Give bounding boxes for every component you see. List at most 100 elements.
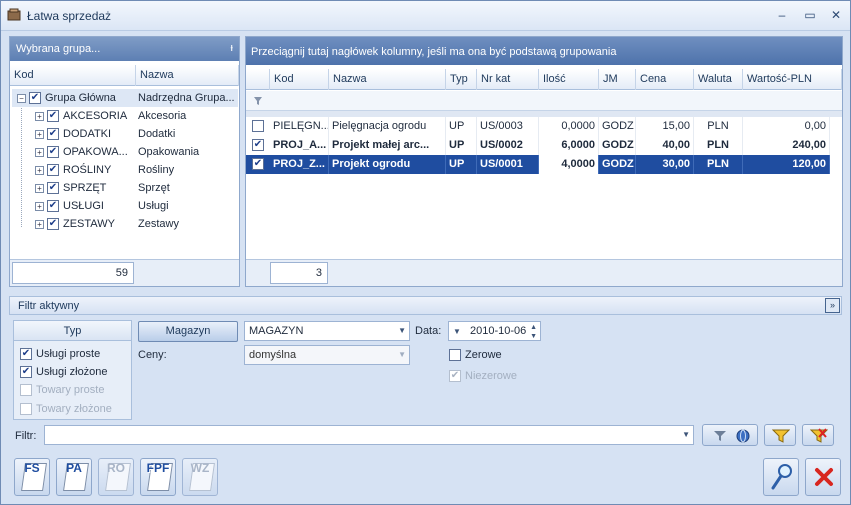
tree-checkbox[interactable] bbox=[47, 110, 59, 122]
tree-body: − Grupa Główna Nadrzędna Grupa... + AKCE… bbox=[12, 89, 238, 254]
expand-icon[interactable]: + bbox=[35, 130, 44, 139]
tree-checkbox[interactable] bbox=[47, 146, 59, 158]
preview-button[interactable] bbox=[763, 458, 799, 496]
tree-checkbox[interactable] bbox=[29, 92, 41, 104]
expand-icon[interactable]: + bbox=[35, 112, 44, 121]
apply-filter-button[interactable] bbox=[764, 424, 796, 446]
globe-icon bbox=[736, 429, 750, 443]
row-checkbox[interactable] bbox=[252, 120, 264, 132]
prices-value: domyślna bbox=[249, 349, 297, 361]
tree-node-root[interactable]: − Grupa Główna Nadrzędna Grupa... bbox=[12, 89, 238, 107]
tree-node[interactable]: + SPRZĘT Sprzęt bbox=[12, 179, 238, 197]
minimize-icon[interactable]: ‒ bbox=[773, 7, 791, 23]
col-waluta[interactable]: Waluta bbox=[694, 69, 743, 90]
col-select[interactable] bbox=[246, 69, 270, 90]
col-kod[interactable]: Kod bbox=[270, 69, 329, 90]
table-row-selected[interactable]: PROJ_Z... Projekt ogrodu UP US/0001 4,00… bbox=[270, 155, 830, 174]
tree-node[interactable]: + OPAKOWA... Opakowania bbox=[12, 143, 238, 161]
expand-icon[interactable]: + bbox=[35, 148, 44, 157]
tree-nazwa: Sprzęt bbox=[138, 182, 170, 194]
cell-waluta: PLN bbox=[694, 155, 743, 174]
tree-checkbox[interactable] bbox=[47, 182, 59, 194]
pa-receipt-button[interactable]: PA bbox=[56, 458, 92, 496]
filter-input[interactable]: ▼ bbox=[44, 425, 694, 445]
table-row[interactable]: PIELĘGN... Pielęgnacja ogrodu UP US/0003… bbox=[270, 117, 830, 136]
col-cena[interactable]: Cena bbox=[636, 69, 694, 90]
tree-nazwa: Rośliny bbox=[138, 164, 175, 176]
tree-checkbox[interactable] bbox=[47, 128, 59, 140]
cancel-button[interactable] bbox=[805, 458, 841, 496]
warehouse-button[interactable]: Magazyn bbox=[138, 321, 238, 342]
pa-label: PA bbox=[66, 461, 82, 475]
table-row[interactable]: PROJ_A... Projekt małej arc... UP US/000… bbox=[270, 136, 830, 155]
tree-kod: AKCESORIA bbox=[63, 110, 128, 122]
fpf-label: FPF bbox=[146, 461, 170, 475]
type-filter-group: Typ Usługi proste Usługi złożone Towary … bbox=[13, 320, 132, 420]
collapse-icon[interactable]: − bbox=[17, 94, 26, 103]
pin-icon[interactable]: ᵻ bbox=[231, 42, 233, 54]
checkbox[interactable] bbox=[449, 349, 461, 361]
tree-col-kod[interactable]: Kod bbox=[10, 65, 136, 86]
chevron-down-icon[interactable]: ▼ bbox=[398, 322, 406, 340]
expand-icon[interactable]: + bbox=[35, 220, 44, 229]
spin-arrows-icon[interactable]: ▲ ▼ bbox=[530, 323, 537, 341]
funnel-apply-icon bbox=[772, 429, 790, 443]
maximize-icon[interactable]: ▭ bbox=[801, 7, 819, 23]
option-label: Usługi proste bbox=[36, 348, 101, 360]
tree-count: 59 bbox=[12, 262, 134, 284]
collapse-filter-button[interactable]: » bbox=[825, 298, 840, 313]
prices-label: Ceny: bbox=[138, 349, 167, 361]
warehouse-select[interactable]: MAGAZYN ▼ bbox=[244, 321, 410, 341]
col-wartosc[interactable]: Wartość-PLN bbox=[743, 69, 842, 90]
items-grid-body: PIELĘGN... Pielęgnacja ogrodu UP US/0003… bbox=[246, 117, 842, 257]
tree-col-nazwa[interactable]: Nazwa bbox=[136, 65, 239, 86]
group-tree-panel: Wybrana grupa... ᵻ Kod Nazwa − Grupa Głó… bbox=[9, 36, 240, 287]
group-by-area[interactable]: Przeciągnij tutaj nagłówek kolumny, jeśl… bbox=[246, 37, 842, 65]
warehouse-value: MAGAZYN bbox=[249, 325, 304, 337]
cell-kod: PROJ_Z... bbox=[270, 155, 329, 174]
tree-column-header: Kod Nazwa bbox=[10, 65, 239, 86]
tree-node[interactable]: + ROŚLINY Rośliny bbox=[12, 161, 238, 179]
tree-node[interactable]: + ZESTAWY Zestawy bbox=[12, 215, 238, 233]
col-ilosc[interactable]: Ilość bbox=[539, 69, 599, 90]
row-checkbox[interactable] bbox=[252, 158, 264, 170]
cell-typ: UP bbox=[446, 136, 477, 155]
col-typ[interactable]: Typ bbox=[446, 69, 477, 90]
expand-icon[interactable]: + bbox=[35, 202, 44, 211]
expand-icon[interactable]: + bbox=[35, 166, 44, 175]
col-jm[interactable]: JM bbox=[599, 69, 636, 90]
filter-options-button[interactable] bbox=[702, 424, 758, 446]
clear-filter-button[interactable] bbox=[802, 424, 834, 446]
tree-node[interactable]: + DODATKI Dodatki bbox=[12, 125, 238, 143]
tree-kod: SPRZĘT bbox=[63, 182, 107, 194]
cell-waluta: PLN bbox=[694, 136, 743, 155]
checkbox[interactable] bbox=[20, 348, 32, 360]
ro-order-button[interactable]: RO bbox=[98, 458, 134, 496]
nonzero-label: Niezerowe bbox=[465, 370, 517, 382]
col-nazwa[interactable]: Nazwa bbox=[329, 69, 446, 90]
row-checkbox[interactable] bbox=[252, 139, 264, 151]
close-window-icon[interactable]: ✕ bbox=[827, 7, 845, 23]
funnel-clear-icon bbox=[810, 428, 828, 443]
expand-icon[interactable]: + bbox=[35, 184, 44, 193]
wz-label: WZ bbox=[190, 461, 210, 475]
prices-select[interactable]: domyślna ▼ bbox=[244, 345, 410, 365]
cell-wartosc: 0,00 bbox=[743, 117, 830, 136]
checkbox[interactable] bbox=[20, 366, 32, 378]
fs-invoice-button[interactable]: FS bbox=[14, 458, 50, 496]
items-grid-panel: Przeciągnij tutaj nagłówek kolumny, jeśl… bbox=[245, 36, 843, 287]
col-nrkat[interactable]: Nr kat bbox=[477, 69, 539, 90]
filter-row[interactable] bbox=[246, 91, 842, 111]
fpf-proforma-button[interactable]: FPF bbox=[140, 458, 176, 496]
chevron-down-icon[interactable]: ▼ bbox=[453, 327, 461, 336]
chevron-down-icon[interactable]: ▼ bbox=[682, 426, 690, 444]
tree-checkbox[interactable] bbox=[47, 218, 59, 230]
tree-node[interactable]: + AKCESORIA Akcesoria bbox=[12, 107, 238, 125]
wz-release-button[interactable]: WZ bbox=[182, 458, 218, 496]
cell-ilosc-editing[interactable]: 4,0000 bbox=[539, 155, 599, 174]
date-picker[interactable]: ▼ 2010-10-06 ▲ ▼ bbox=[448, 321, 541, 341]
tree-checkbox[interactable] bbox=[47, 200, 59, 212]
tree-checkbox[interactable] bbox=[47, 164, 59, 176]
tree-node[interactable]: + USŁUGI Usługi bbox=[12, 197, 238, 215]
cell-cena: 40,00 bbox=[636, 136, 694, 155]
